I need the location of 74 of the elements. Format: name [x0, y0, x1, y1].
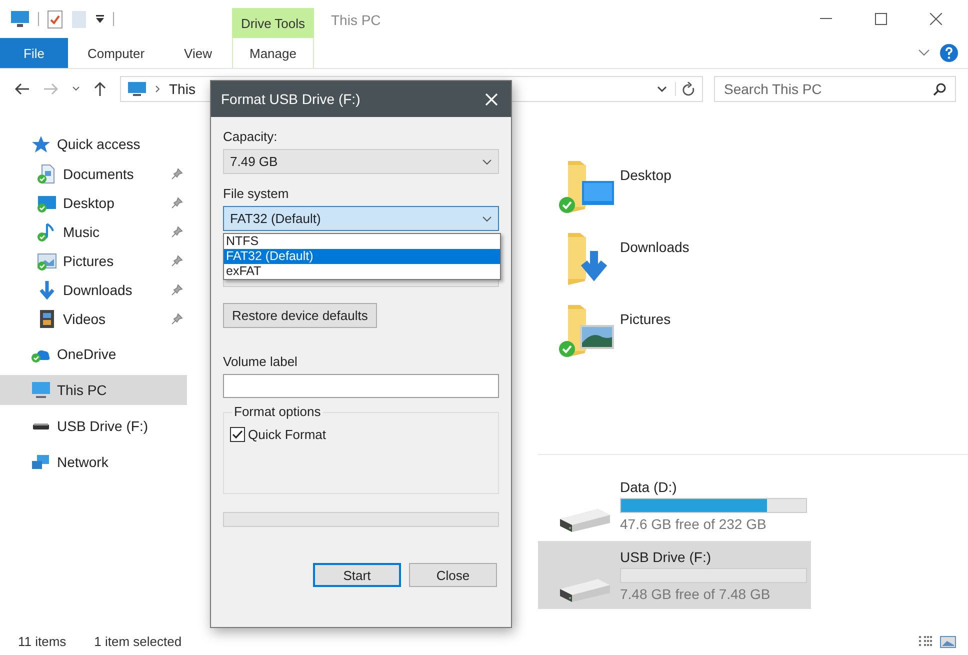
pin-icon[interactable] — [171, 254, 183, 266]
capacity-dropdown[interactable]: 7.49 GB — [223, 149, 499, 174]
close-icon[interactable] — [485, 92, 498, 106]
folder-name[interactable]: Desktop — [620, 167, 672, 183]
volume-label-field[interactable] — [223, 374, 499, 398]
drive-name: Data (D:) — [620, 478, 678, 494]
up-arrow-icon[interactable] — [93, 81, 107, 97]
window-title: This PC — [331, 12, 381, 28]
pin-icon[interactable] — [171, 196, 183, 208]
dialog-button[interactable]: Start — [313, 563, 401, 587]
folder-name[interactable]: Downloads — [620, 239, 690, 255]
details-view-icon[interactable] — [918, 634, 934, 648]
chevron-down-icon — [482, 216, 492, 222]
navigation-item[interactable]: Videos — [0, 304, 187, 333]
minimize-icon — [820, 18, 832, 20]
ribbon-tab[interactable]: Computer — [68, 38, 164, 68]
pin-icon[interactable] — [171, 284, 183, 296]
ribbon-tab[interactable]: View — [164, 38, 232, 68]
help-icon[interactable] — [940, 44, 958, 62]
computer-icon[interactable] — [10, 10, 30, 28]
file-system-label: File system — [223, 186, 290, 201]
group-title: Format options — [232, 404, 323, 419]
computer-icon — [127, 81, 147, 97]
drive-tile[interactable]: USB Drive (F:) 7.48 GB free of 7.48 GB — [538, 541, 811, 609]
back-arrow-icon[interactable] — [14, 82, 30, 96]
properties-icon[interactable] — [47, 10, 63, 28]
pin-icon[interactable] — [171, 312, 183, 324]
restore-defaults-button[interactable]: Restore device defaults — [223, 303, 377, 328]
pin-icon[interactable] — [171, 168, 183, 180]
expand-ribbon-icon[interactable] — [918, 49, 930, 57]
pin-icon[interactable] — [171, 226, 183, 238]
navigation-item[interactable]: USB Drive (F:) — [0, 411, 187, 441]
ribbon-tab[interactable]: Manage — [232, 38, 314, 68]
navigation-item[interactable]: OneDrive — [0, 339, 187, 369]
ribbon-tab[interactable]: File — [0, 38, 68, 68]
contextual-tab-group: Drive Tools — [232, 8, 314, 38]
search-icon[interactable] — [933, 83, 946, 96]
dialog-button[interactable]: Close — [409, 563, 497, 587]
chevron-right-icon — [155, 85, 161, 93]
dropdown-chevron-icon[interactable] — [657, 86, 667, 92]
item-count: 11 items — [18, 634, 66, 649]
navigation-item[interactable]: Pictures — [0, 246, 187, 275]
recent-locations-icon[interactable] — [72, 86, 80, 92]
customize-dropdown-icon[interactable] — [95, 14, 105, 24]
navigation-item[interactable]: Quick access — [0, 129, 187, 159]
dropdown-option[interactable]: exFAT — [224, 264, 500, 279]
checkbox[interactable] — [230, 427, 245, 442]
refresh-icon[interactable] — [675, 82, 696, 96]
maximize-icon — [875, 13, 887, 25]
large-icons-view-icon[interactable] — [940, 634, 956, 648]
navigation-item[interactable]: Music — [0, 217, 187, 246]
navigation-item[interactable]: This PC — [0, 375, 187, 405]
folder-name[interactable]: Pictures — [620, 311, 671, 327]
free-space-text: 7.48 GB free of 7.48 GB — [620, 586, 772, 602]
dropdown-option[interactable]: FAT32 (Default) — [224, 249, 500, 264]
free-space-text: 47.6 GB free of 232 GB — [620, 516, 768, 532]
checkbox-label[interactable]: Quick Format — [248, 427, 326, 442]
chevron-down-icon — [482, 158, 492, 164]
drive-tile[interactable]: Data (D:) 47.6 GB free of 232 GB — [538, 471, 811, 539]
navigation-item[interactable]: Desktop — [0, 188, 187, 217]
pictures-folder-icon[interactable] — [558, 303, 616, 359]
selection-count: 1 item selected — [94, 634, 182, 649]
navigation-item[interactable]: Downloads — [0, 275, 187, 304]
navigation-item[interactable]: Network — [0, 447, 187, 477]
close-icon — [930, 13, 942, 25]
drive-name: USB Drive (F:) — [620, 548, 712, 564]
dropdown-option[interactable]: NTFS — [224, 234, 500, 249]
volume-label-label: Volume label — [223, 354, 298, 369]
desktop-folder-icon[interactable] — [558, 159, 616, 215]
search-field[interactable]: Search This PC — [714, 76, 956, 102]
navigation-item[interactable]: Documents — [0, 159, 187, 188]
file-system-dropdown[interactable]: FAT32 (Default) — [223, 206, 499, 231]
dialog-title: Format USB Drive (F:) — [221, 91, 360, 107]
capacity-label: Capacity: — [223, 129, 278, 144]
